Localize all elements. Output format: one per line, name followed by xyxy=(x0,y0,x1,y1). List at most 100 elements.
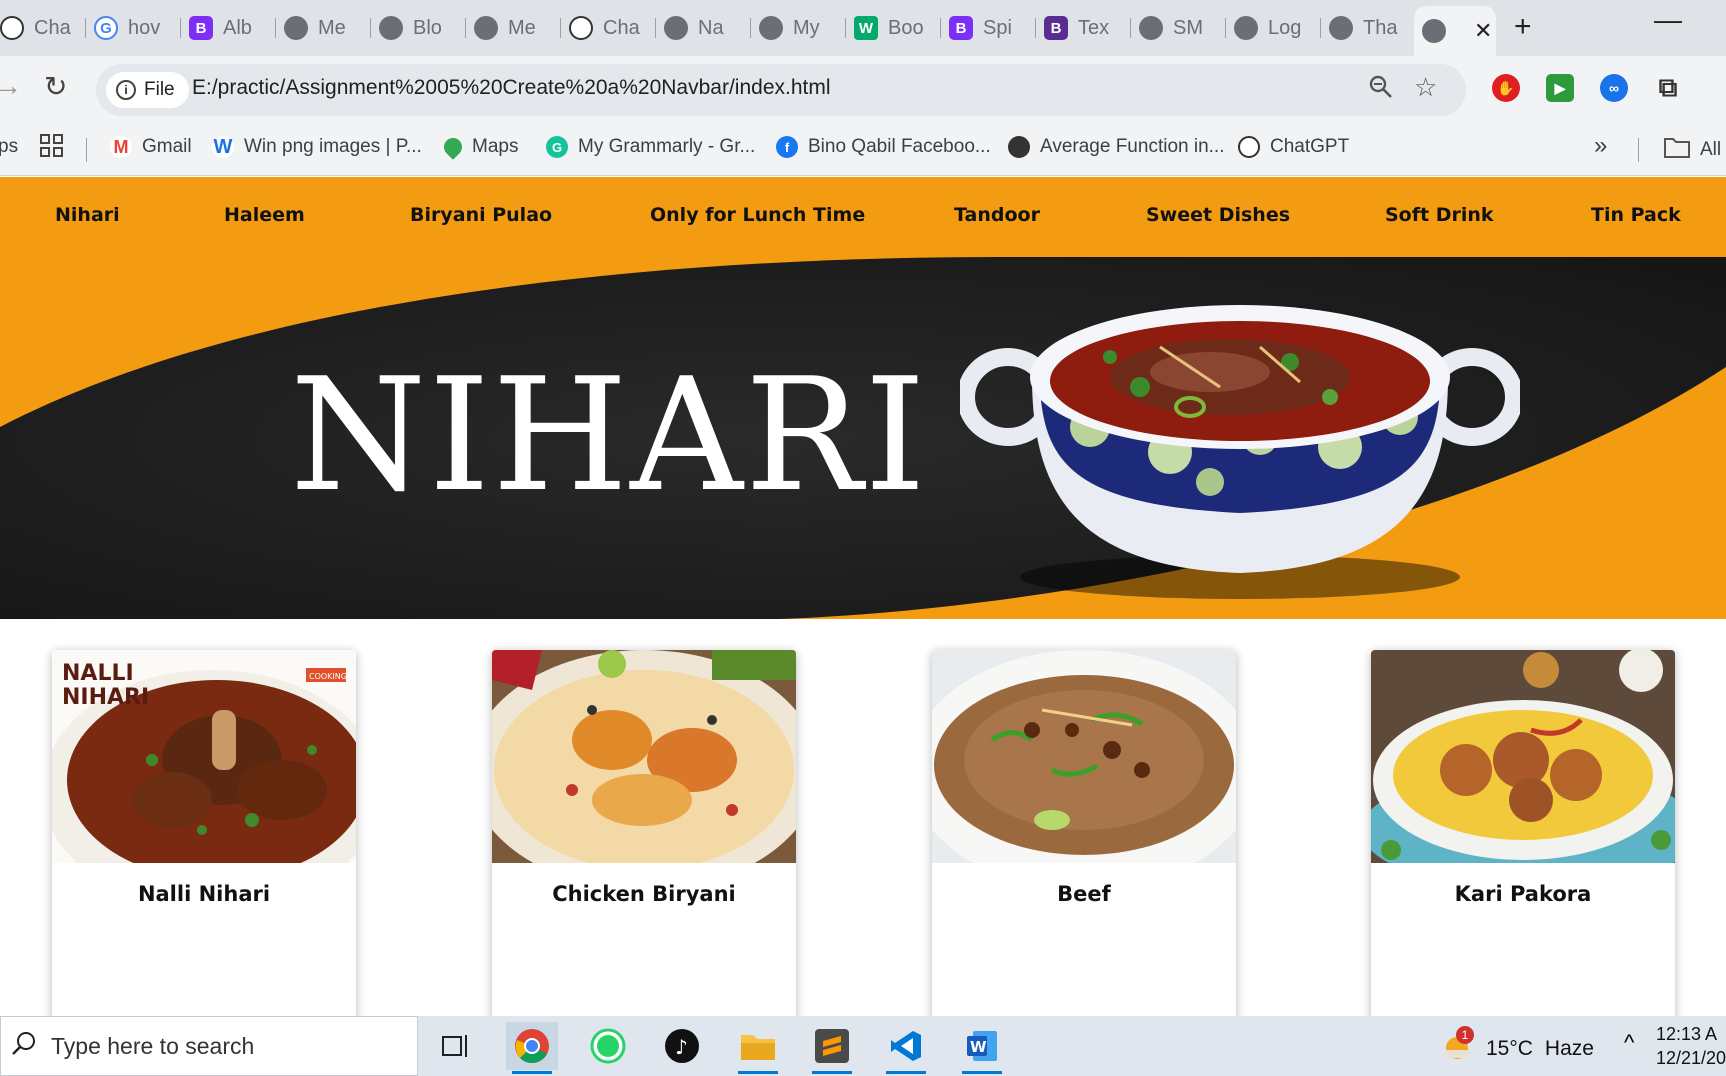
show-hidden-icons-chevron-icon[interactable]: ^ xyxy=(1624,1030,1634,1056)
new-tab-button[interactable]: + xyxy=(1514,10,1532,44)
browser-tab[interactable]: B Spi xyxy=(941,8,1036,48)
browser-tab[interactable]: SM xyxy=(1131,8,1226,48)
browser-tab[interactable]: My xyxy=(751,8,846,48)
forward-arrow-icon[interactable]: → xyxy=(0,70,22,102)
bookmark-winpng[interactable]: W Win png images | P... xyxy=(212,136,422,158)
bookmark-label: Average Function in... xyxy=(1040,136,1225,157)
globe-icon xyxy=(664,16,688,40)
browser-tab[interactable]: Log xyxy=(1226,8,1321,48)
hero-banner: NIHARI xyxy=(0,257,1726,619)
chrome-taskbar-icon[interactable] xyxy=(506,1022,558,1074)
tab-label: Log xyxy=(1268,16,1302,39)
food-card-title: Chicken Biryani xyxy=(552,882,736,906)
sublime-text-taskbar-icon[interactable] xyxy=(806,1022,858,1074)
chatgpt-icon xyxy=(1238,136,1260,158)
bookmark-label: Gmail xyxy=(142,136,192,157)
nav-link-nihari[interactable]: Nihari xyxy=(55,204,120,226)
nav-link-tin-pack[interactable]: Tin Pack xyxy=(1591,204,1681,226)
food-card[interactable]: NALLI NIHARI COOKING Nalli Nihari xyxy=(52,650,356,1030)
weather-sun-icon: 1 xyxy=(1440,1026,1474,1066)
tab-label: Na xyxy=(698,16,724,39)
browser-tab[interactable]: Me xyxy=(276,8,371,48)
browser-tab[interactable]: W Boo xyxy=(846,8,941,48)
weather-description: Haze xyxy=(1544,1037,1594,1060)
url-text[interactable]: E:/practic/Assignment%2005%20Create%20a%… xyxy=(192,76,831,100)
weather-widget[interactable]: 1 15°C Haze xyxy=(1440,1026,1594,1066)
search-icon xyxy=(11,1030,37,1062)
browser-tab[interactable]: Cha xyxy=(561,8,656,48)
nav-link-tandoor[interactable]: Tandoor xyxy=(954,204,1040,226)
file-explorer-taskbar-icon[interactable] xyxy=(732,1022,784,1074)
nihari-bowl-image xyxy=(960,305,1520,599)
tab-label: Cha xyxy=(603,16,640,39)
minimize-window-button[interactable]: — xyxy=(1654,4,1682,36)
active-browser-tab[interactable]: ✕ xyxy=(1414,6,1496,56)
video-extension-icon[interactable]: ▶ xyxy=(1546,74,1574,102)
globe-icon xyxy=(379,16,403,40)
address-bar[interactable]: i File E:/practic/Assignment%2005%20Crea… xyxy=(96,64,1466,116)
browser-tab[interactable]: G hov xyxy=(86,8,181,48)
word-taskbar-icon[interactable]: W xyxy=(956,1022,1008,1074)
extensions-puzzle-icon[interactable]: ⧉ xyxy=(1654,72,1682,102)
reload-icon[interactable]: ↻ xyxy=(44,70,67,103)
bookmark-label: Win png images | P... xyxy=(244,136,422,157)
taskbar-search-box[interactable]: Type here to search xyxy=(0,1016,418,1076)
browser-tab[interactable]: Cha xyxy=(0,8,86,48)
chicken-biryani-image xyxy=(492,650,796,863)
infinity-extension-icon[interactable]: ∞ xyxy=(1600,74,1628,102)
browser-toolbar: → ↻ i File E:/practic/Assignment%2005%20… xyxy=(0,56,1726,124)
browser-tab[interactable]: B Tex xyxy=(1036,8,1131,48)
bookmark-maps[interactable]: Maps xyxy=(440,134,519,160)
food-card[interactable]: Chicken Biryani xyxy=(492,650,796,1030)
nav-link-soft-drink[interactable]: Soft Drink xyxy=(1385,204,1494,226)
site-info-chip[interactable]: i File xyxy=(106,72,189,108)
more-bookmarks-icon[interactable]: » xyxy=(1594,132,1607,160)
bookmark-apps-partial[interactable]: ps xyxy=(0,136,18,158)
bookmark-facebook[interactable]: f Bino Qabil Faceboo... xyxy=(776,136,991,158)
vscode-taskbar-icon[interactable] xyxy=(880,1022,932,1074)
nav-link-haleem[interactable]: Haleem xyxy=(224,204,305,226)
adblock-extension-icon[interactable]: ✋ xyxy=(1492,74,1520,102)
bookmark-star-icon[interactable]: ☆ xyxy=(1414,72,1437,103)
chip-label: File xyxy=(144,79,175,100)
tab-label: Boo xyxy=(888,16,924,39)
whatsapp-taskbar-icon[interactable] xyxy=(582,1022,634,1070)
food-card[interactable]: Beef xyxy=(932,650,1236,1030)
tab-label: Cha xyxy=(34,16,71,39)
bookmark-label: Bino Qabil Faceboo... xyxy=(808,136,991,157)
folder-icon xyxy=(1664,136,1690,164)
browser-tab[interactable]: Blo xyxy=(371,8,466,48)
bookmark-label: Maps xyxy=(472,136,519,157)
card-image-badge: COOKING xyxy=(309,672,347,681)
bookmark-grammarly[interactable]: G My Grammarly - Gr... xyxy=(546,136,755,158)
bootstrap-icon: B xyxy=(949,16,973,40)
browser-tab[interactable]: Me xyxy=(466,8,561,48)
bookmark-gmail[interactable]: M Gmail xyxy=(110,136,192,158)
gmail-icon: M xyxy=(110,136,132,158)
apps-grid-icon[interactable] xyxy=(40,134,64,158)
info-icon: i xyxy=(116,80,136,100)
globe-icon xyxy=(284,16,308,40)
tiktok-taskbar-icon[interactable]: ♪ xyxy=(656,1022,708,1070)
browser-tab[interactable]: Na xyxy=(656,8,751,48)
kari-pakora-image xyxy=(1371,650,1675,863)
all-bookmarks-button[interactable]: All xyxy=(1664,136,1721,164)
weather-temperature: 15°C xyxy=(1486,1037,1533,1060)
bookmark-average-function[interactable]: Average Function in... xyxy=(1008,136,1224,158)
browser-tab[interactable]: B Alb xyxy=(181,8,276,48)
system-clock[interactable]: 12:13 A 12/21/20 xyxy=(1656,1022,1726,1070)
nav-link-sweet-dishes[interactable]: Sweet Dishes xyxy=(1146,204,1290,226)
food-card[interactable]: Kari Pakora xyxy=(1371,650,1675,1030)
tab-label: Blo xyxy=(413,16,442,39)
close-tab-icon[interactable]: ✕ xyxy=(1474,18,1492,44)
svg-text:♪: ♪ xyxy=(675,1035,688,1059)
tab-label: Tha xyxy=(1363,16,1398,39)
browser-tab[interactable]: Tha xyxy=(1321,8,1416,48)
bookmark-chatgpt[interactable]: ChatGPT xyxy=(1238,136,1349,158)
zoom-icon[interactable] xyxy=(1368,74,1394,107)
task-view-icon[interactable] xyxy=(430,1022,482,1070)
nav-link-biryani-pulao[interactable]: Biryani Pulao xyxy=(410,204,552,226)
food-card-title: Kari Pakora xyxy=(1454,882,1592,906)
globe-icon xyxy=(1139,16,1163,40)
nav-link-lunch-time[interactable]: Only for Lunch Time xyxy=(650,204,865,226)
